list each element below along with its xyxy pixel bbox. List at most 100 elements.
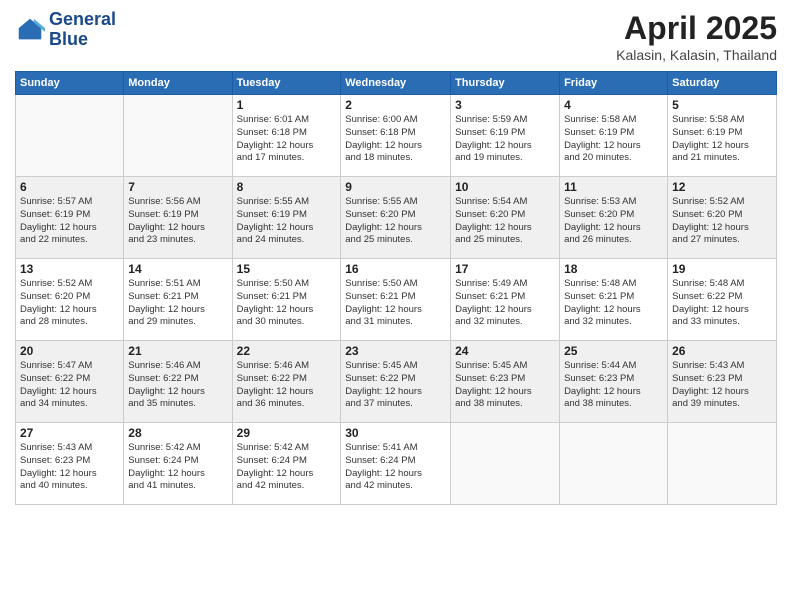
week-row-5: 27 Sunrise: 5:43 AM Sunset: 6:23 PM Dayli… xyxy=(16,423,777,505)
day-header-sunday: Sunday xyxy=(16,72,124,95)
day-number: 1 xyxy=(237,98,337,112)
week-row-3: 13 Sunrise: 5:52 AM Sunset: 6:20 PM Dayli… xyxy=(16,259,777,341)
calendar-cell: 27 Sunrise: 5:43 AM Sunset: 6:23 PM Dayli… xyxy=(16,423,124,505)
calendar-cell: 13 Sunrise: 5:52 AM Sunset: 6:20 PM Dayli… xyxy=(16,259,124,341)
calendar-cell: 21Sunrise: 5:46 AM Sunset: 6:22 PM Dayli… xyxy=(124,341,232,423)
day-info: Sunrise: 5:58 AM Sunset: 6:19 PM Dayligh… xyxy=(564,114,663,165)
calendar-cell: 19 Sunrise: 5:48 AM Sunset: 6:22 PM Dayli… xyxy=(668,259,777,341)
calendar-cell: 14 Sunrise: 5:51 AM Sunset: 6:21 PM Dayli… xyxy=(124,259,232,341)
day-info: Sunrise: 5:43 AM Sunset: 6:23 PM Dayligh… xyxy=(672,360,772,411)
page: General Blue April 2025 Kalasin, Kalasin… xyxy=(0,0,792,612)
day-info: Sunrise: 5:50 AM Sunset: 6:21 PM Dayligh… xyxy=(237,278,337,329)
month-title: April 2025 xyxy=(616,10,777,47)
calendar-cell: 24Sunrise: 5:45 AM Sunset: 6:23 PM Dayli… xyxy=(451,341,560,423)
day-number: 19 xyxy=(672,262,772,276)
day-info: Sunrise: 5:56 AM Sunset: 6:19 PM Dayligh… xyxy=(128,196,227,247)
week-row-4: 20 Sunrise: 5:47 AM Sunset: 6:22 PM Dayli… xyxy=(16,341,777,423)
day-number: 4 xyxy=(564,98,663,112)
day-header-thursday: Thursday xyxy=(451,72,560,95)
day-number: 18 xyxy=(564,262,663,276)
logo: General Blue xyxy=(15,10,116,50)
day-info: Sunrise: 6:01 AM Sunset: 6:18 PM Dayligh… xyxy=(237,114,337,165)
calendar-cell: 1 Sunrise: 6:01 AM Sunset: 6:18 PM Daylig… xyxy=(232,95,341,177)
week-row-1: 1 Sunrise: 6:01 AM Sunset: 6:18 PM Daylig… xyxy=(16,95,777,177)
calendar-cell xyxy=(560,423,668,505)
day-number: 29 xyxy=(237,426,337,440)
day-info: Sunrise: 5:46 AM Sunset: 6:22 PM Dayligh… xyxy=(237,360,337,411)
day-number: 12 xyxy=(672,180,772,194)
day-number: 25 xyxy=(564,344,663,358)
day-header-friday: Friday xyxy=(560,72,668,95)
day-number: 11 xyxy=(564,180,663,194)
day-info: Sunrise: 5:50 AM Sunset: 6:21 PM Dayligh… xyxy=(345,278,446,329)
day-number: 10 xyxy=(455,180,555,194)
calendar-cell: 4 Sunrise: 5:58 AM Sunset: 6:19 PM Daylig… xyxy=(560,95,668,177)
day-info: Sunrise: 5:51 AM Sunset: 6:21 PM Dayligh… xyxy=(128,278,227,329)
day-info: Sunrise: 5:42 AM Sunset: 6:24 PM Dayligh… xyxy=(237,442,337,493)
day-info: Sunrise: 5:41 AM Sunset: 6:24 PM Dayligh… xyxy=(345,442,446,493)
day-info: Sunrise: 5:58 AM Sunset: 6:19 PM Dayligh… xyxy=(672,114,772,165)
day-number: 28 xyxy=(128,426,227,440)
calendar-cell: 29 Sunrise: 5:42 AM Sunset: 6:24 PM Dayli… xyxy=(232,423,341,505)
calendar-cell: 28 Sunrise: 5:42 AM Sunset: 6:24 PM Dayli… xyxy=(124,423,232,505)
day-number: 16 xyxy=(345,262,446,276)
day-number: 22 xyxy=(237,344,337,358)
calendar-cell: 6Sunrise: 5:57 AM Sunset: 6:19 PM Daylig… xyxy=(16,177,124,259)
logo-line1: General xyxy=(49,10,116,30)
day-info: Sunrise: 6:00 AM Sunset: 6:18 PM Dayligh… xyxy=(345,114,446,165)
day-info: Sunrise: 5:52 AM Sunset: 6:20 PM Dayligh… xyxy=(20,278,119,329)
day-info: Sunrise: 5:48 AM Sunset: 6:22 PM Dayligh… xyxy=(672,278,772,329)
day-info: Sunrise: 5:54 AM Sunset: 6:20 PM Dayligh… xyxy=(455,196,555,247)
location-subtitle: Kalasin, Kalasin, Thailand xyxy=(616,47,777,63)
day-info: Sunrise: 5:59 AM Sunset: 6:19 PM Dayligh… xyxy=(455,114,555,165)
day-info: Sunrise: 5:49 AM Sunset: 6:21 PM Dayligh… xyxy=(455,278,555,329)
header: General Blue April 2025 Kalasin, Kalasin… xyxy=(15,10,777,63)
day-info: Sunrise: 5:52 AM Sunset: 6:20 PM Dayligh… xyxy=(672,196,772,247)
calendar-cell: 25 Sunrise: 5:44 AM Sunset: 6:23 PM Dayli… xyxy=(560,341,668,423)
header-row: SundayMondayTuesdayWednesdayThursdayFrid… xyxy=(16,72,777,95)
day-number: 20 xyxy=(20,344,119,358)
calendar-cell xyxy=(451,423,560,505)
calendar-cell: 7Sunrise: 5:56 AM Sunset: 6:19 PM Daylig… xyxy=(124,177,232,259)
day-number: 15 xyxy=(237,262,337,276)
day-info: Sunrise: 5:47 AM Sunset: 6:22 PM Dayligh… xyxy=(20,360,119,411)
calendar-cell: 26Sunrise: 5:43 AM Sunset: 6:23 PM Dayli… xyxy=(668,341,777,423)
title-block: April 2025 Kalasin, Kalasin, Thailand xyxy=(616,10,777,63)
day-number: 9 xyxy=(345,180,446,194)
day-number: 5 xyxy=(672,98,772,112)
day-number: 13 xyxy=(20,262,119,276)
day-header-wednesday: Wednesday xyxy=(341,72,451,95)
calendar-cell xyxy=(668,423,777,505)
day-number: 2 xyxy=(345,98,446,112)
calendar-cell xyxy=(124,95,232,177)
calendar-cell: 3 Sunrise: 5:59 AM Sunset: 6:19 PM Daylig… xyxy=(451,95,560,177)
calendar-cell: 8Sunrise: 5:55 AM Sunset: 6:19 PM Daylig… xyxy=(232,177,341,259)
day-number: 3 xyxy=(455,98,555,112)
day-info: Sunrise: 5:55 AM Sunset: 6:19 PM Dayligh… xyxy=(237,196,337,247)
day-info: Sunrise: 5:46 AM Sunset: 6:22 PM Dayligh… xyxy=(128,360,227,411)
calendar-cell: 30 Sunrise: 5:41 AM Sunset: 6:24 PM Dayli… xyxy=(341,423,451,505)
day-header-monday: Monday xyxy=(124,72,232,95)
calendar-cell: 10 Sunrise: 5:54 AM Sunset: 6:20 PM Dayli… xyxy=(451,177,560,259)
calendar-cell: 11 Sunrise: 5:53 AM Sunset: 6:20 PM Dayli… xyxy=(560,177,668,259)
day-info: Sunrise: 5:48 AM Sunset: 6:21 PM Dayligh… xyxy=(564,278,663,329)
day-header-tuesday: Tuesday xyxy=(232,72,341,95)
day-info: Sunrise: 5:55 AM Sunset: 6:20 PM Dayligh… xyxy=(345,196,446,247)
calendar-cell: 18 Sunrise: 5:48 AM Sunset: 6:21 PM Dayli… xyxy=(560,259,668,341)
logo-icon xyxy=(15,15,45,45)
week-row-2: 6Sunrise: 5:57 AM Sunset: 6:19 PM Daylig… xyxy=(16,177,777,259)
day-number: 24 xyxy=(455,344,555,358)
day-number: 14 xyxy=(128,262,227,276)
day-info: Sunrise: 5:57 AM Sunset: 6:19 PM Dayligh… xyxy=(20,196,119,247)
day-info: Sunrise: 5:45 AM Sunset: 6:22 PM Dayligh… xyxy=(345,360,446,411)
calendar-cell: 16 Sunrise: 5:50 AM Sunset: 6:21 PM Dayli… xyxy=(341,259,451,341)
day-info: Sunrise: 5:43 AM Sunset: 6:23 PM Dayligh… xyxy=(20,442,119,493)
day-number: 30 xyxy=(345,426,446,440)
day-info: Sunrise: 5:42 AM Sunset: 6:24 PM Dayligh… xyxy=(128,442,227,493)
calendar-cell: 5 Sunrise: 5:58 AM Sunset: 6:19 PM Daylig… xyxy=(668,95,777,177)
day-number: 17 xyxy=(455,262,555,276)
day-info: Sunrise: 5:53 AM Sunset: 6:20 PM Dayligh… xyxy=(564,196,663,247)
day-info: Sunrise: 5:44 AM Sunset: 6:23 PM Dayligh… xyxy=(564,360,663,411)
calendar-cell: 2 Sunrise: 6:00 AM Sunset: 6:18 PM Daylig… xyxy=(341,95,451,177)
day-number: 27 xyxy=(20,426,119,440)
